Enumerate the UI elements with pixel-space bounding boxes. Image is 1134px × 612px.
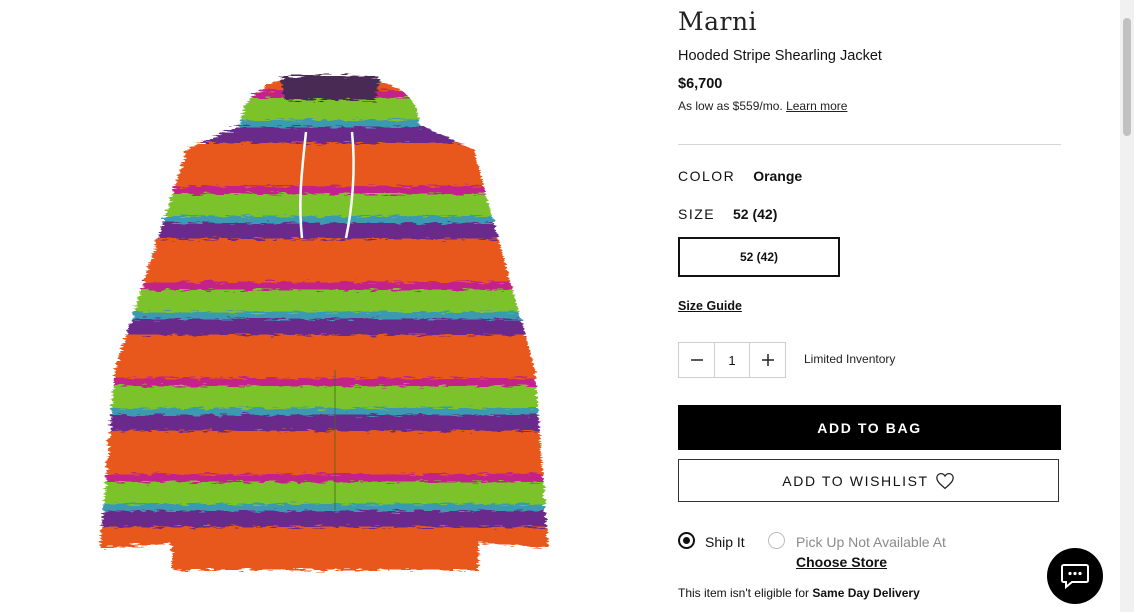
product-image[interactable] — [90, 70, 560, 600]
learn-more-link[interactable]: Learn more — [786, 99, 847, 113]
brand-name[interactable]: Marni — [678, 7, 757, 36]
ship-it-radio[interactable] — [678, 532, 695, 549]
same-day-emphasis: Same Day Delivery — [812, 586, 920, 600]
divider — [678, 144, 1061, 145]
quantity-stepper: 1 — [678, 342, 786, 378]
ship-it-label[interactable]: Ship It — [705, 534, 745, 550]
plus-icon — [761, 354, 774, 366]
minus-icon — [690, 359, 703, 361]
size-label: SIZE — [678, 206, 716, 222]
size-option-52[interactable]: 52 (42) — [678, 237, 840, 277]
size-selector: SIZE 52 (42) — [678, 206, 777, 222]
add-to-wishlist-label: ADD TO WISHLIST — [782, 472, 929, 489]
page-scrollbar[interactable] — [1120, 0, 1134, 612]
product-title: Hooded Stripe Shearling Jacket — [678, 48, 882, 64]
product-price: $6,700 — [678, 76, 723, 92]
quantity-value[interactable]: 1 — [714, 343, 750, 377]
increase-quantity-button[interactable] — [750, 343, 785, 377]
pickup-label: Pick Up Not Available At — [796, 534, 946, 550]
color-value: Orange — [753, 168, 803, 184]
pickup-radio[interactable] — [768, 532, 785, 549]
same-day-text: This item isn't eligible for — [678, 586, 813, 600]
size-value: 52 (42) — [733, 206, 778, 222]
jacket-illustration — [100, 75, 548, 570]
chat-icon — [1061, 564, 1089, 589]
decrease-quantity-button[interactable] — [679, 343, 714, 377]
choose-store-link[interactable]: Choose Store — [796, 554, 887, 570]
chat-button[interactable] — [1047, 548, 1103, 604]
scrollbar-thumb[interactable] — [1123, 18, 1131, 136]
add-to-bag-label: ADD TO BAG — [817, 419, 922, 436]
same-day-notice: This item isn't eligible for Same Day De… — [678, 586, 920, 600]
color-selector: COLOR Orange — [678, 168, 802, 184]
add-to-bag-button[interactable]: ADD TO BAG — [678, 405, 1061, 450]
financing-info: As low as $559/mo. Learn more — [678, 99, 847, 113]
color-label: COLOR — [678, 168, 736, 184]
add-to-wishlist-button[interactable]: ADD TO WISHLIST — [678, 459, 1059, 502]
size-guide-link[interactable]: Size Guide — [678, 299, 742, 313]
financing-text: As low as $559/mo. — [678, 99, 783, 113]
heart-icon — [935, 472, 954, 489]
inventory-status: Limited Inventory — [804, 352, 896, 366]
